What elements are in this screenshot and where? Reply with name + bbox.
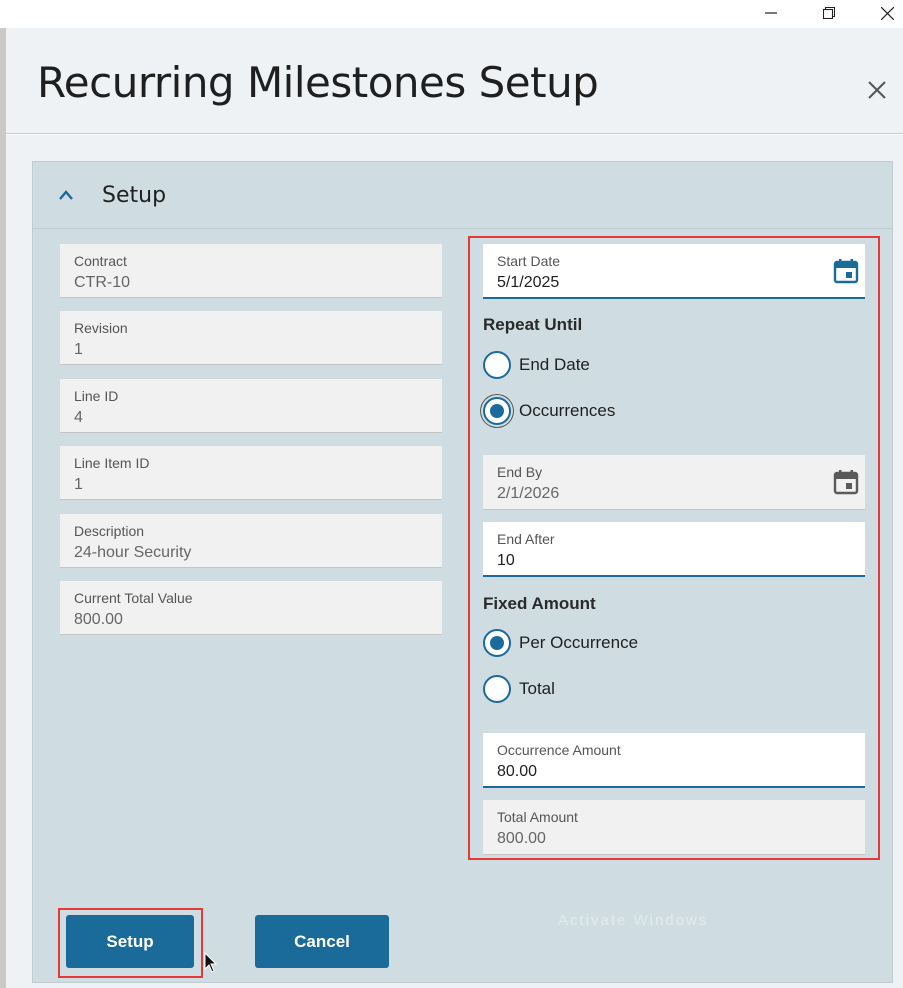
setup-panel-title: Setup <box>102 183 167 208</box>
radio-total-label: Total <box>519 679 555 698</box>
current-total-value-field: Current Total Value 800.00 <box>60 581 442 635</box>
description-value: 24-hour Security <box>74 544 192 561</box>
dialog-header: Recurring Milestones Setup <box>6 28 903 134</box>
activate-windows-watermark: Activate Windows <box>558 912 709 929</box>
end-after-field[interactable]: End After 10 <box>483 522 865 577</box>
contract-value: CTR-10 <box>74 274 131 291</box>
cancel-button[interactable]: Cancel <box>255 915 389 968</box>
setup-button[interactable]: Setup <box>66 915 194 968</box>
occurrence-amount-field[interactable]: Occurrence Amount 80.00 <box>483 733 865 788</box>
start-date-value[interactable]: 5/1/2025 <box>497 274 559 292</box>
description-label: Description <box>74 523 145 539</box>
mouse-pointer-icon <box>204 951 218 974</box>
line-id-field: Line ID 4 <box>60 379 442 433</box>
occurrence-amount-label: Occurrence Amount <box>497 742 621 758</box>
restore-icon[interactable] <box>814 2 844 24</box>
current-total-value-value: 800.00 <box>74 611 123 628</box>
fixed-amount-label: Fixed Amount <box>483 594 596 613</box>
radio-end-date-label: End Date <box>519 355 590 374</box>
line-item-id-label: Line Item ID <box>74 455 150 471</box>
occurrence-amount-value[interactable]: 80.00 <box>497 763 537 781</box>
minimize-icon[interactable] <box>756 2 786 24</box>
radio-occurrences-label: Occurrences <box>519 401 616 420</box>
total-amount-value: 800.00 <box>497 830 546 847</box>
radio-button[interactable] <box>483 629 511 657</box>
line-id-label: Line ID <box>74 388 119 404</box>
total-amount-field: Total Amount 800.00 <box>483 800 865 855</box>
radio-button[interactable] <box>483 351 511 379</box>
window-title-bar <box>0 0 903 28</box>
end-after-label: End After <box>497 531 555 547</box>
calendar-icon[interactable] <box>833 258 859 284</box>
radio-button[interactable] <box>483 675 511 703</box>
end-after-value[interactable]: 10 <box>497 552 515 570</box>
end-by-field: End By 2/1/2026 <box>483 455 865 510</box>
contract-field: Contract CTR-10 <box>60 244 442 298</box>
start-date-label: Start Date <box>497 253 561 269</box>
contract-label: Contract <box>74 253 127 269</box>
end-by-value: 2/1/2026 <box>497 485 560 502</box>
total-amount-label: Total Amount <box>497 809 578 825</box>
calendar-icon <box>833 469 859 495</box>
revision-value: 1 <box>74 341 83 358</box>
radio-occurrences[interactable]: Occurrences <box>483 396 615 426</box>
radio-per-occurrence-label: Per Occurrence <box>519 633 639 652</box>
repeat-until-label: Repeat Until <box>483 315 583 334</box>
line-item-id-field: Line Item ID 1 <box>60 446 442 500</box>
radio-per-occurrence[interactable]: Per Occurrence <box>483 628 638 658</box>
dialog-title: Recurring Milestones Setup <box>37 58 599 107</box>
radio-end-date[interactable]: End Date <box>483 350 590 380</box>
radio-total[interactable]: Total <box>483 674 555 704</box>
current-total-value-label: Current Total Value <box>74 590 193 606</box>
line-item-id-value: 1 <box>74 476 83 493</box>
setup-panel-header[interactable]: Setup <box>33 162 892 229</box>
description-field: Description 24-hour Security <box>60 514 442 568</box>
start-date-field[interactable]: Start Date 5/1/2025 <box>483 244 865 299</box>
dialog-close-icon[interactable] <box>865 78 889 102</box>
line-id-value: 4 <box>74 409 83 426</box>
end-by-label: End By <box>497 464 543 480</box>
window-close-icon[interactable] <box>872 2 902 24</box>
chevron-up-icon[interactable] <box>57 188 75 202</box>
revision-field: Revision 1 <box>60 311 442 365</box>
radio-button[interactable] <box>483 397 511 425</box>
revision-label: Revision <box>74 320 128 336</box>
